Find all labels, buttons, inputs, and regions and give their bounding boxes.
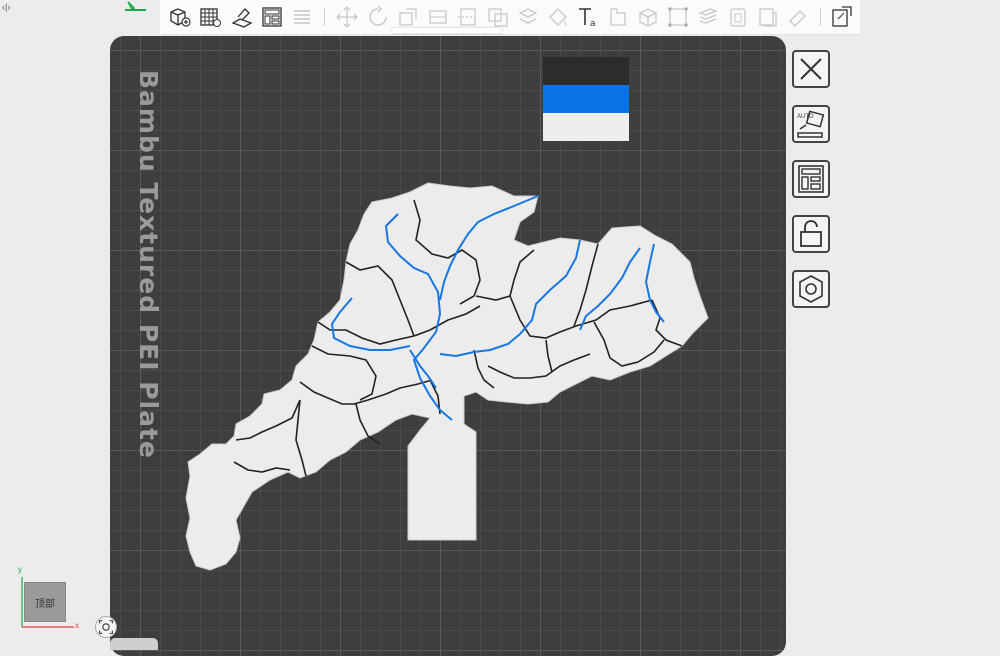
map-fill (185, 182, 709, 571)
auto-place-button[interactable]: AUTO (792, 105, 830, 143)
camera-reset-button[interactable] (95, 616, 117, 638)
map-model[interactable] (0, 0, 1000, 648)
axis-y-label: y (18, 565, 22, 574)
nut-icon (799, 275, 823, 303)
view-cube-label: 顶部 (35, 598, 55, 610)
auto-label: AUTO (797, 114, 814, 120)
view-cube[interactable]: 顶部 (24, 582, 66, 622)
lock-icon (800, 220, 822, 247)
bottom-panel-tab[interactable] (110, 638, 158, 650)
lock-button[interactable] (792, 215, 830, 253)
camera-icon (99, 620, 113, 634)
close-button[interactable] (792, 50, 830, 88)
auto-place-icon: AUTO (797, 110, 825, 138)
layout-button[interactable] (792, 160, 830, 198)
close-icon (800, 58, 822, 80)
nut-button[interactable] (792, 270, 830, 308)
axis-x-label: x (75, 621, 79, 630)
layout-icon (798, 165, 824, 193)
